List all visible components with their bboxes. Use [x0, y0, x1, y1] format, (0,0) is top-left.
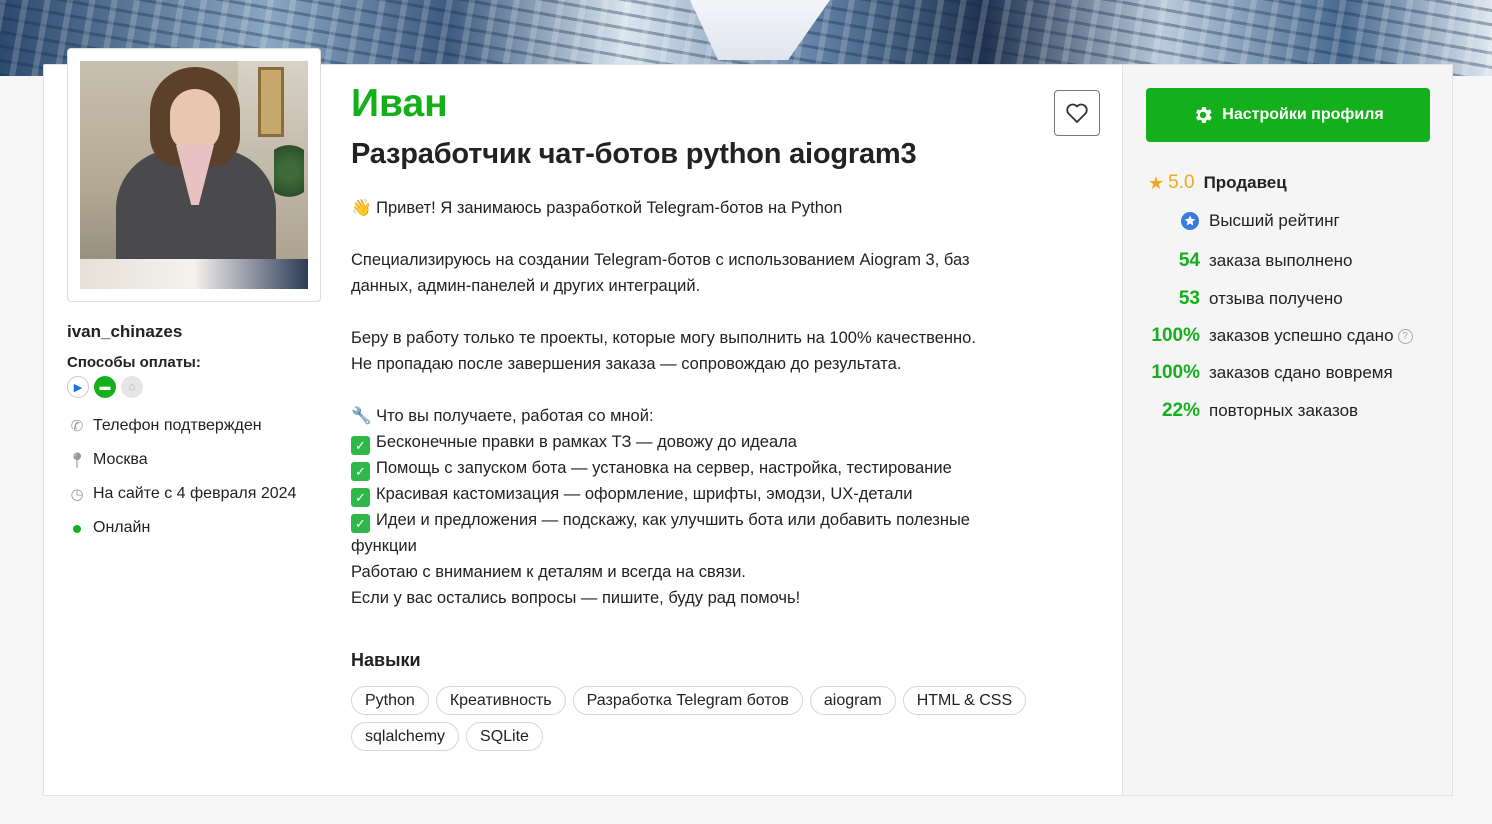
- username: ivan_chinazes: [67, 322, 183, 341]
- star-icon: ★: [1148, 172, 1165, 193]
- play-icon: ▶: [67, 376, 89, 398]
- avatar: [67, 48, 321, 302]
- benefit-item: ✓ Идеи и предложения — подскажу, как улуч…: [351, 507, 1051, 533]
- skills-heading: Навыки: [351, 650, 421, 670]
- skill-chip[interactable]: HTML & CSS: [902, 686, 1027, 715]
- stat-orders-completed: 54 заказа выполнено: [1178, 250, 1353, 271]
- bank-icon: ⌂: [121, 376, 143, 398]
- benefit-item: ✓ Красивая кастомизация — оформление, шри…: [351, 481, 1051, 507]
- member-since: ◷ На сайте с 4 февраля 2024: [67, 485, 296, 503]
- benefit-item: ✓ Помощь с запуском бота — установка на с…: [351, 455, 1051, 481]
- payment-methods: ▶ ▬ ⌂: [67, 376, 143, 398]
- help-icon[interactable]: ?: [1397, 328, 1413, 344]
- top-rating-badge: Высший рейтинг: [1148, 211, 1340, 231]
- stat-on-time: 100% заказов сдано вовремя: [1151, 362, 1393, 383]
- location: 📍︎ Москва: [67, 451, 148, 469]
- phone-icon: ✆: [70, 418, 84, 435]
- checkmark-icon: ✓: [351, 488, 370, 507]
- checkmark-icon: ✓: [351, 436, 370, 455]
- skill-chip[interactable]: aiogram: [809, 686, 896, 715]
- skill-chip[interactable]: Креативность: [435, 686, 566, 715]
- seller-rating: ★ 5.0 Продавец: [1148, 172, 1287, 193]
- skill-chip[interactable]: Разработка Telegram ботов: [572, 686, 803, 715]
- heart-icon: [1066, 103, 1088, 123]
- skills-list: Python Креативность Разработка Telegram …: [351, 686, 1051, 751]
- payment-methods-label: Способы оплаты:: [67, 354, 201, 371]
- location-pin-icon: 📍︎: [67, 452, 87, 469]
- benefit-item: ✓ Бесконечные правки в рамках ТЗ — довожу…: [351, 429, 1051, 455]
- gear-icon: [1196, 107, 1213, 123]
- profile-settings-button[interactable]: Настройки профиля: [1146, 88, 1430, 142]
- favorite-button[interactable]: [1054, 90, 1100, 136]
- phone-verified: ✆ Телефон подтвержден: [67, 417, 262, 435]
- stat-reviews: 53 отзыва получено: [1178, 288, 1343, 309]
- stat-success-rate: 100% заказов успешно сдано ?: [1148, 325, 1413, 347]
- online-dot-icon: [73, 524, 81, 533]
- profile-description: 👋 Привет! Я занимаюсь разработкой Telegr…: [351, 195, 1051, 611]
- profile-title: Разработчик чат-ботов python aiogram3: [351, 138, 917, 170]
- profile-name: Иван: [351, 82, 448, 125]
- online-status: Онлайн: [67, 519, 150, 537]
- badge-star-icon: [1181, 212, 1199, 230]
- skill-chip[interactable]: Python: [351, 686, 429, 715]
- checkmark-icon: ✓: [351, 514, 370, 533]
- checkmark-icon: ✓: [351, 462, 370, 481]
- stat-repeat-orders: 22% повторных заказов: [1161, 400, 1359, 421]
- card-icon: ▬: [94, 376, 116, 398]
- clock-icon: ◷: [70, 486, 84, 503]
- skill-chip[interactable]: sqlalchemy: [351, 722, 460, 751]
- skill-chip[interactable]: SQLite: [466, 722, 543, 751]
